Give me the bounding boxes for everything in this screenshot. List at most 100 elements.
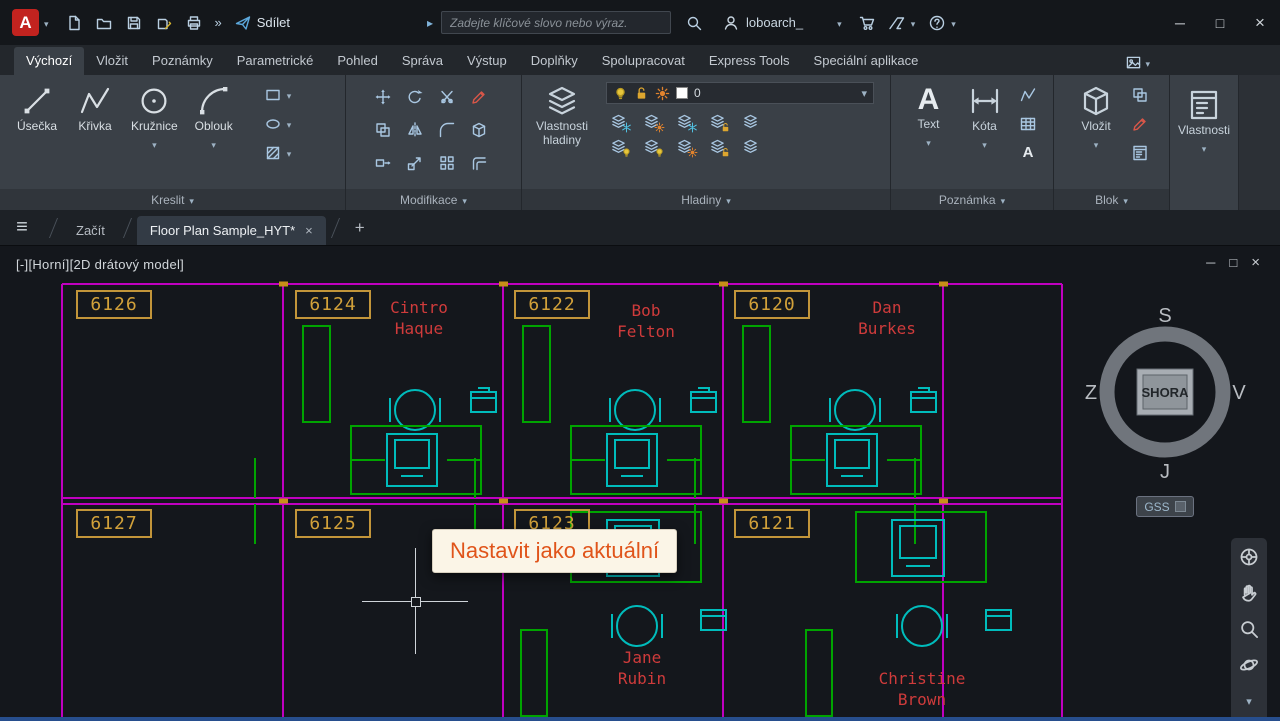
tool-kruznice[interactable]: Kružnice: [128, 81, 181, 189]
tool-offset[interactable]: [467, 151, 492, 174]
tab-doplnky[interactable]: Doplňky: [519, 47, 590, 75]
panel-label-poznamka[interactable]: Poznámka: [891, 189, 1053, 210]
quick-access-expand-button[interactable]: »: [209, 15, 228, 30]
viewport-controls-label[interactable]: [-][Horní][2D drátový model]: [16, 257, 184, 272]
layer-freeze-button[interactable]: [672, 111, 696, 131]
viewcube-compass[interactable]: SHORA S V J Z: [1077, 298, 1253, 484]
layer-off-button[interactable]: [606, 136, 630, 156]
tool-move[interactable]: [371, 85, 396, 108]
panel-label-blok[interactable]: Blok: [1054, 189, 1169, 210]
tab-vystup[interactable]: Výstup: [455, 47, 519, 75]
search-button[interactable]: [679, 10, 709, 36]
orbit-button[interactable]: [1236, 652, 1262, 678]
panel-label-kreslit[interactable]: Kreslit: [0, 189, 345, 210]
tool-block-create[interactable]: [1127, 83, 1152, 106]
viewport-minimize-button[interactable]: ─: [1206, 254, 1215, 271]
tab-parametricke[interactable]: Parametrické: [225, 47, 326, 75]
close-button[interactable]: ×: [1240, 0, 1280, 45]
layer-walk-button[interactable]: [738, 136, 762, 156]
ucs-gss-button[interactable]: GSS: [1136, 496, 1194, 517]
tab-close-icon[interactable]: ×: [305, 223, 313, 238]
tool-table[interactable]: [1016, 112, 1041, 135]
viewport-restore-button[interactable]: □: [1229, 254, 1237, 271]
tool-hatch[interactable]: [261, 141, 286, 164]
compass-south[interactable]: J: [1160, 461, 1170, 483]
tool-explode[interactable]: [467, 118, 492, 141]
tool-array[interactable]: [435, 151, 460, 174]
compass-west[interactable]: Z: [1085, 382, 1097, 404]
chevron-right-icon[interactable]: ▸: [427, 16, 433, 30]
tab-express-tools[interactable]: Express Tools: [697, 47, 802, 75]
tool-kota[interactable]: Kóta: [960, 81, 1010, 189]
tab-poznamky[interactable]: Poznámky: [140, 47, 225, 75]
tab-pohled[interactable]: Pohled: [325, 47, 389, 75]
tool-fillet[interactable]: [435, 118, 460, 141]
share-button[interactable]: Sdílet: [228, 10, 297, 36]
search-input[interactable]: [441, 11, 671, 34]
autodesk-access-button[interactable]: [882, 10, 923, 36]
layer-on-all-button[interactable]: [639, 136, 663, 156]
pan-button[interactable]: [1236, 580, 1262, 606]
maximize-button[interactable]: □: [1200, 0, 1240, 45]
layer-lock-button[interactable]: [705, 111, 729, 131]
layer-unisolate-button[interactable]: [639, 111, 663, 131]
account-chevron-icon[interactable]: [837, 15, 842, 30]
viewcube-top-face[interactable]: SHORA: [1142, 385, 1190, 400]
app-menu-button[interactable]: A: [12, 9, 49, 36]
tab-start[interactable]: Začít: [63, 216, 118, 245]
compass-east[interactable]: V: [1232, 382, 1246, 404]
tool-trim[interactable]: [435, 85, 460, 108]
layer-thaw-button[interactable]: [672, 136, 696, 156]
tool-text-style[interactable]: A: [1016, 141, 1041, 164]
tool-usecka[interactable]: Úsečka: [12, 81, 62, 189]
tool-ellipse[interactable]: [261, 112, 286, 135]
account-button[interactable]: loboarch_: [723, 15, 803, 31]
tool-erase[interactable]: [467, 85, 492, 108]
tool-scale[interactable]: [403, 151, 428, 174]
new-drawing-tab-button[interactable]: +: [347, 215, 373, 241]
save-as-button[interactable]: [149, 10, 179, 36]
layer-properties-button[interactable]: Vlastnosti hladiny: [528, 81, 596, 189]
tab-floor-plan-sample[interactable]: Floor Plan Sample_HYT* ×: [137, 216, 326, 245]
tab-vlozit[interactable]: Vložit: [84, 47, 140, 75]
save-button[interactable]: [119, 10, 149, 36]
tool-mirror[interactable]: [403, 118, 428, 141]
tool-leader[interactable]: [1016, 83, 1041, 106]
tool-vlozit-blok[interactable]: Vložit: [1071, 81, 1121, 189]
tab-sprava[interactable]: Správa: [390, 47, 455, 75]
tool-oblouk[interactable]: Oblouk: [189, 81, 239, 189]
help-button[interactable]: [922, 10, 963, 36]
tool-rectangle[interactable]: [261, 83, 286, 106]
viewport-close-button[interactable]: ×: [1251, 254, 1260, 271]
layer-isolate-button[interactable]: [606, 111, 630, 131]
tab-vychozi[interactable]: Výchozí: [14, 47, 84, 75]
tab-specialni-aplikace[interactable]: Speciální aplikace: [802, 47, 931, 75]
tool-text[interactable]: A Text: [904, 81, 954, 189]
panel-label-modifikace[interactable]: Modifikace: [346, 189, 521, 210]
app-store-button[interactable]: [852, 10, 882, 36]
tool-copy[interactable]: [371, 118, 396, 141]
new-file-button[interactable]: [59, 10, 89, 36]
navbar-more-button[interactable]: [1236, 688, 1262, 714]
plot-button[interactable]: [179, 10, 209, 36]
tool-krivka[interactable]: Křivka: [70, 81, 120, 189]
sun-icon: [687, 147, 698, 158]
open-file-button[interactable]: [89, 10, 119, 36]
layer-unlock-button[interactable]: [705, 136, 729, 156]
zoom-button[interactable]: [1236, 616, 1262, 642]
tool-rotate[interactable]: [403, 85, 428, 108]
tool-block-attributes[interactable]: [1127, 141, 1152, 164]
minimize-button[interactable]: ─: [1160, 0, 1200, 45]
ribbon-display-button[interactable]: [1126, 55, 1150, 75]
drawing-canvas[interactable]: 6126 6124 6122 6120 6127 6125 6123 6121 …: [0, 245, 1280, 721]
tool-stretch[interactable]: [371, 151, 396, 174]
steering-wheel-button[interactable]: [1236, 544, 1262, 570]
compass-north[interactable]: S: [1158, 305, 1171, 327]
properties-palette-button[interactable]: Vlastnosti: [1176, 85, 1232, 210]
file-tabs-menu-button[interactable]: ≡: [0, 210, 44, 245]
tool-block-edit[interactable]: [1127, 112, 1152, 135]
tab-spolupracovat[interactable]: Spolupracovat: [590, 47, 697, 75]
layer-combo[interactable]: 0: [606, 82, 874, 104]
panel-label-hladiny[interactable]: Hladiny: [522, 189, 890, 210]
layer-match-button[interactable]: [738, 111, 762, 131]
